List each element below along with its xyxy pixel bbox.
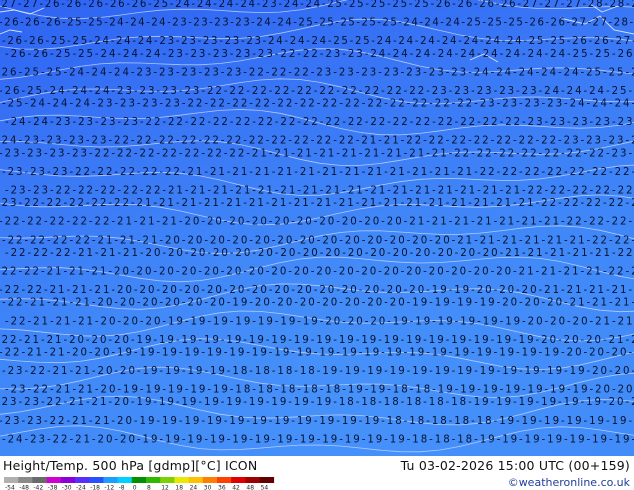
- legend-label: -8: [119, 485, 125, 490]
- legend-swatch: [117, 477, 133, 483]
- temperature-row: -23-23-22-21-21-20-19-19-19-19-19-19-19-…: [0, 397, 634, 408]
- credit-text: ©weatheronline.co.uk: [507, 476, 630, 489]
- legend-swatch: [160, 477, 175, 483]
- temperature-row: -23-22-22-22-22-22-21-21-21-21-21-21-21-…: [0, 198, 634, 209]
- legend-swatch: [103, 477, 118, 483]
- legend-label: -24: [76, 485, 86, 490]
- valid-time: Tu 03-02-2026 15:00 UTC (00+159): [400, 458, 630, 473]
- legend-swatch: [32, 477, 47, 483]
- legend-swatch: [217, 477, 232, 483]
- legend-swatch: [18, 477, 33, 483]
- legend-label: -38: [48, 485, 58, 490]
- legend-swatch: [75, 477, 90, 483]
- temperature-row: -22-22-21-21-21-20-20-20-20-20-20-20-20-…: [0, 267, 634, 278]
- legend-label: -18: [90, 485, 100, 490]
- legend-swatch: [146, 477, 161, 483]
- color-legend: -54 -48 -42 -38 -30 -24 -18 -12 -8 0 8 12 18 24 30 36 42…: [4, 477, 275, 490]
- legend-label: -12: [104, 485, 114, 490]
- legend-swatch: [202, 477, 218, 483]
- legend-swatch: [259, 477, 275, 483]
- legend-swatch: [89, 477, 104, 483]
- temperature-row: -23-22-21-21-20-20-19-19-19-19-18-18-18-…: [2, 366, 634, 377]
- legend-label: 24: [190, 485, 198, 490]
- legend-swatch: [131, 477, 147, 483]
- legend-swatch: [46, 477, 62, 483]
- temperature-row: -26-25-25-24-24-24-23-23-23-23-23-22-22-…: [0, 67, 634, 78]
- temperature-row: -22-21-21-20-20-19-19-19-19-19-19-19-19-…: [0, 347, 634, 358]
- temperature-row: -22-21-21-20-20-20-19-19-19-19-19-19-19-…: [0, 335, 634, 346]
- legend-label: -42: [33, 485, 43, 490]
- legend-swatch: [60, 477, 76, 483]
- legend-label: 30: [204, 485, 212, 490]
- map-title: Height/Temp. 500 hPa [gdmp][°C] ICON: [3, 458, 258, 473]
- weather-map: -27-27-26-26-26-26-26-25-24-24-24-24-23-…: [0, 0, 634, 456]
- legend-label: 42: [232, 485, 240, 490]
- temperature-row: -26-25-24-24-24-23-23-23-23-22-22-22-22-…: [0, 86, 634, 97]
- temperature-row: -24-23-23-23-23-22-22-22-22-22-22-22-22-…: [0, 136, 634, 147]
- legend-label: 8: [147, 485, 151, 490]
- legend-swatch: [245, 477, 260, 483]
- legend-label: 18: [175, 485, 183, 490]
- temperature-row: -22-22-21-21-21-20-20-20-20-20-20-20-20-…: [0, 285, 634, 296]
- temperature-row: -22-22-22-22-21-21-21-20-20-20-20-20-20-…: [2, 235, 634, 246]
- legend-label: 48: [246, 485, 254, 490]
- temperature-row: -25-24-24-24-23-23-23-23-22-22-22-22-22-…: [2, 99, 634, 110]
- legend-swatch: [174, 477, 189, 483]
- temperature-row: -23-23-23-23-22-22-22-22-22-22-22-21-21-…: [0, 148, 634, 159]
- legend-label: 0: [133, 485, 137, 490]
- legend-label: -48: [19, 485, 29, 490]
- legend-label: 54: [261, 485, 269, 490]
- legend-swatch: [188, 477, 204, 483]
- legend-label: -54: [5, 485, 15, 490]
- legend-swatch: [4, 477, 19, 483]
- legend-label: -30: [62, 485, 72, 490]
- temperature-row: -22-22-22-22-22-21-21-21-20-20-20-20-20-…: [0, 217, 634, 228]
- temperature-row: -23-23-23-22-22-22-22-22-21-21-21-21-21-…: [2, 167, 634, 178]
- footer-bar: Height/Temp. 500 hPa [gdmp][°C] ICON Tu …: [0, 456, 634, 490]
- legend-label: 12: [161, 485, 169, 490]
- temperature-row: -24-23-22-21-20-20-19-19-19-19-19-19-19-…: [2, 434, 634, 445]
- legend-swatch: [231, 477, 246, 483]
- temperature-row: -23-23-22-21-21-20-19-19-19-19-19-19-19-…: [0, 416, 634, 427]
- temperature-row: -22-21-21-21-20-20-20-20-20-20-19-20-20-…: [2, 298, 634, 309]
- legend-label: 36: [218, 485, 226, 490]
